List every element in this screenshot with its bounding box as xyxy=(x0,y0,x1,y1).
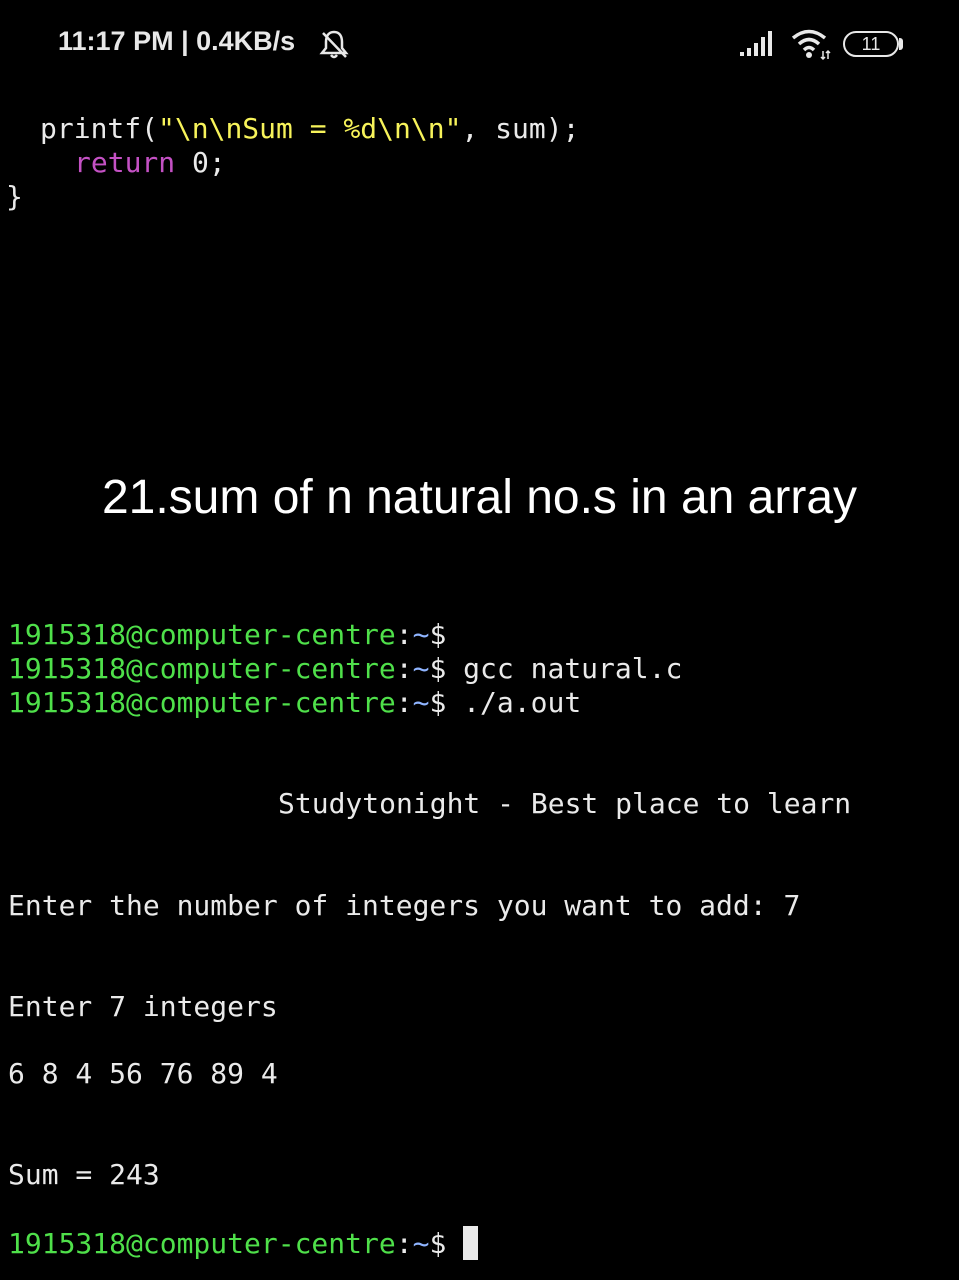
cellular-signal-icon xyxy=(740,31,772,56)
program-banner: Studytonight - Best place to learn xyxy=(278,787,852,820)
sum-result: Sum = 243 xyxy=(8,1158,160,1191)
prompt-dollar: $ xyxy=(429,686,447,719)
prompt-command: ./a.out xyxy=(446,686,582,719)
wifi-icon xyxy=(791,29,831,61)
code-return-value: 0; xyxy=(175,146,226,179)
prompt-user: 1915318@computer-centre xyxy=(8,686,396,719)
battery-level: 11 xyxy=(861,34,881,54)
prompt-path: ~ xyxy=(412,618,430,651)
caption-title: 21.sum of n natural no.s in an array xyxy=(101,471,858,524)
prompt-path: ~ xyxy=(412,652,430,685)
prompt-user: 1915318@computer-centre xyxy=(8,652,396,685)
terminal-prompt-line: 1915318@computer-centre:~$ gcc natural.c xyxy=(8,652,682,685)
code-format-string: "\n\nSum = %d\n\n" xyxy=(158,112,462,145)
code-closing-brace: } xyxy=(6,180,23,213)
prompt-colon: : xyxy=(395,686,413,719)
battery-icon: 11 xyxy=(843,31,899,57)
prompt-dollar: $ xyxy=(429,1227,447,1260)
code-return-keyword: return xyxy=(74,146,176,179)
status-time: 11:17 PM | 0.4KB/s xyxy=(58,26,296,56)
prompt-user: 1915318@computer-centre xyxy=(8,618,396,651)
prompt-path: ~ xyxy=(412,1227,430,1260)
terminal-prompt-line: 1915318@computer-centre:~$ ./a.out xyxy=(8,686,581,719)
terminal-final-prompt[interactable]: 1915318@computer-centre:~$ xyxy=(8,1226,479,1260)
prompt-integers-output: Enter 7 integers xyxy=(8,990,278,1023)
battery-tip xyxy=(899,38,903,50)
prompt-colon: : xyxy=(395,652,413,685)
prompt-colon: : xyxy=(395,1227,413,1260)
code-line-return: return 0; xyxy=(74,146,226,179)
prompt-dollar: $ xyxy=(429,652,447,685)
prompt-colon: : xyxy=(395,618,413,651)
code-printf-args: , sum); xyxy=(461,112,580,145)
bell-muted-icon xyxy=(319,30,349,59)
input-values: 6 8 4 56 76 89 4 xyxy=(8,1057,278,1090)
prompt-user: 1915318@computer-centre xyxy=(8,1227,396,1260)
prompt-command: gcc natural.c xyxy=(446,652,683,685)
status-bar: 11:17 PM | 0.4KB/s 11 xyxy=(0,0,959,90)
prompt-dollar: $ xyxy=(429,618,447,651)
terminal-prompt-line: 1915318@computer-centre:~$ xyxy=(8,618,446,651)
prompt-count-output: Enter the number of integers you want to… xyxy=(8,889,801,922)
code-printf-call: printf( xyxy=(40,112,159,145)
prompt-path: ~ xyxy=(412,686,430,719)
terminal-cursor[interactable] xyxy=(463,1226,479,1260)
code-line-printf: printf("\n\nSum = %d\n\n", sum); xyxy=(40,112,579,145)
